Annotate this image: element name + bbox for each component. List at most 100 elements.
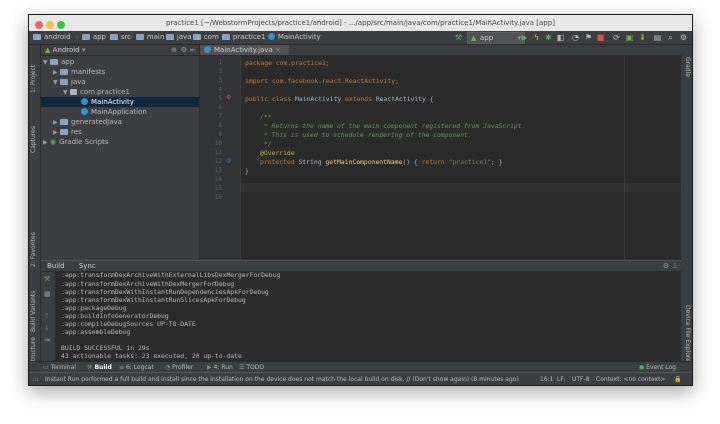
chevron-down-icon: ▾ xyxy=(81,46,86,54)
code-line-9[interactable]: * This is used to schedule rendering of … xyxy=(260,131,472,139)
sync-scroll-icon[interactable]: ⊕ xyxy=(171,45,177,55)
override-gutter-icon[interactable]: ◎ xyxy=(226,157,231,164)
code-line-3[interactable]: import com.facebook.react.ReactActivity; xyxy=(245,77,399,85)
lock-icon[interactable]: 🔒 xyxy=(674,373,681,385)
make-hammer-icon[interactable]: ⚒ xyxy=(454,33,463,42)
rerun-hammer-icon[interactable]: ⚒ xyxy=(44,275,50,283)
close-tab-icon[interactable]: × xyxy=(275,46,281,54)
expand-arrow-icon: ▼ xyxy=(43,59,48,66)
close-window-button[interactable] xyxy=(35,21,43,29)
folder-icon xyxy=(135,34,144,40)
run-icon: ▶ xyxy=(207,364,212,371)
down-arrow-icon[interactable]: ↓ xyxy=(44,324,50,332)
status-toggle-icon[interactable]: ▭ xyxy=(33,373,39,385)
code-line-13[interactable]: } xyxy=(245,167,249,175)
logcat-icon: ≡ xyxy=(119,364,125,371)
code-line-11[interactable]: @Override xyxy=(260,149,295,157)
build-output-line: :app:compileDebugSources UP-TO-DATE xyxy=(61,320,196,328)
soft-wrap-icon[interactable]: ⇥ xyxy=(44,336,50,344)
profile-icon[interactable]: ◔ xyxy=(571,33,580,42)
gear-icon[interactable]: ⚙ xyxy=(663,261,669,271)
attach-debugger-icon[interactable]: ⚑ xyxy=(584,33,593,42)
line-number: 6 xyxy=(218,104,222,111)
up-arrow-icon[interactable]: ↑ xyxy=(44,312,50,320)
line-number: 3 xyxy=(218,77,222,84)
gear-icon[interactable]: ⚙ xyxy=(181,45,187,55)
file-encoding[interactable]: UTF-8 xyxy=(572,373,590,385)
tree-item-generatedjava[interactable]: ▶ generatedJava xyxy=(53,117,197,127)
stop-icon[interactable]: ■ xyxy=(596,33,605,42)
folder-icon xyxy=(81,34,90,40)
line-number: 2 xyxy=(218,68,222,75)
tool-window-favorites[interactable]: 2: Favorites xyxy=(30,232,37,267)
tool-window-project[interactable]: 1: Project xyxy=(30,65,37,93)
code-editor: MainActivity.java × 1 2 3 4 5 6 7 8 9 10… xyxy=(200,45,681,260)
folder-icon xyxy=(192,34,201,40)
folder-icon xyxy=(60,69,68,75)
build-panel: Build Sync ⚙ ⊥ ⚒ ▦ ↑ ↓ ⇥ :app:transformD… xyxy=(41,260,681,376)
tree-item-mainapplication[interactable]: MainApplication xyxy=(81,107,197,117)
minimize-panel-icon[interactable]: ⊥ xyxy=(672,261,678,271)
line-number: 8 xyxy=(218,122,222,129)
tool-window-device-file-explorer[interactable]: Device File Explorer xyxy=(684,305,691,364)
build-tab[interactable]: Build xyxy=(41,261,71,271)
sync-gradle-icon[interactable]: ⟳ xyxy=(612,33,621,42)
line-number: 16 xyxy=(214,194,222,201)
build-summary-line: 43 actionable tasks: 23 executed, 20 up-… xyxy=(61,352,242,360)
tree-item-java[interactable]: ▼ java xyxy=(53,77,197,87)
sync-tab[interactable]: Sync xyxy=(73,261,102,271)
toggle-view-icon[interactable]: ▦ xyxy=(44,290,51,298)
editor-tab-bar: MainActivity.java × xyxy=(200,45,681,56)
line-number: 10 xyxy=(214,140,222,147)
tool-window-build-variants[interactable]: Build Variants xyxy=(30,291,37,332)
line-number: 7 xyxy=(218,113,222,120)
run-config-select[interactable]: ▲ app ▾ xyxy=(467,32,525,44)
tree-item-res[interactable]: ▶ res xyxy=(53,127,197,137)
breadcrumb-android[interactable]: android xyxy=(33,31,71,44)
layout-inspector-icon[interactable]: ▤ xyxy=(653,33,662,42)
code-line-10[interactable]: */ xyxy=(260,140,272,148)
coverage-icon[interactable]: ◧ xyxy=(556,33,565,42)
tree-item-gradle-scripts[interactable]: ▶ ◉ Gradle Scripts xyxy=(43,137,197,147)
maximize-window-button[interactable] xyxy=(57,21,65,29)
code-line-5[interactable]: public class MainActivity extends ReactA… xyxy=(245,95,434,103)
tree-item-manifests[interactable]: ▶ manifests xyxy=(53,67,197,77)
line-number: 5 xyxy=(218,95,222,102)
event-log-icon: ● xyxy=(639,364,645,371)
avd-manager-icon[interactable]: ▣ xyxy=(625,33,634,42)
breadcrumb-practice1[interactable]: › practice1 xyxy=(213,31,266,44)
editor-tab-mainactivity[interactable]: MainActivity.java × xyxy=(200,45,289,55)
code-line-1[interactable]: package com.practice1; xyxy=(245,59,330,67)
tool-window-gradle[interactable]: Gradle xyxy=(684,57,691,77)
hide-panel-icon[interactable]: ⇤ xyxy=(190,45,196,55)
minimize-window-button[interactable] xyxy=(46,21,54,29)
status-message[interactable]: Instant Run performed a full build and i… xyxy=(45,373,525,385)
build-output-line: :app:transformDexWithInstantRunDependenc… xyxy=(61,288,269,296)
debug-icon[interactable]: ✱ xyxy=(544,33,553,42)
terminal-icon: ▭ xyxy=(43,364,49,371)
code-line-8[interactable]: * Returns the name of the main component… xyxy=(260,122,526,130)
line-number: 9 xyxy=(218,131,222,138)
caret-position[interactable]: 16:1 xyxy=(540,373,553,385)
sdk-manager-icon[interactable]: ⬇ xyxy=(638,33,647,42)
tree-item-mainactivity[interactable]: MainActivity xyxy=(41,97,199,107)
folder-icon xyxy=(60,119,68,125)
tool-window-captures[interactable]: Captures xyxy=(30,126,37,153)
settings-icon[interactable]: ⚙ xyxy=(679,33,688,42)
tree-item-package[interactable]: ▼ com.practice1 xyxy=(63,87,197,97)
line-number: 13 xyxy=(214,167,222,174)
breadcrumb-mainactivity[interactable]: › MainActivity xyxy=(259,31,321,44)
build-output-line: :app:buildInfoGeneratorDebug xyxy=(61,312,169,320)
search-everywhere-icon[interactable]: ⌕ xyxy=(666,33,675,42)
project-view-selector[interactable]: ▲ Android ▾ ⊕ ⚙ ⇤ xyxy=(41,45,199,56)
run-gutter-icon[interactable]: ⚙ xyxy=(226,94,231,101)
apply-changes-icon[interactable]: ϟ xyxy=(532,33,541,42)
tree-item-app[interactable]: ▼ app xyxy=(43,57,197,67)
right-margin-guide xyxy=(624,56,625,260)
run-icon[interactable]: ▶ xyxy=(520,33,529,42)
code-line-12[interactable]: protected String getMainComponentName() … xyxy=(260,158,502,166)
line-separator[interactable]: LF: xyxy=(557,373,565,385)
context-indicator[interactable]: Context: <no context> xyxy=(596,373,665,385)
code-line-7[interactable]: /** xyxy=(260,113,272,121)
build-output-line: :app:transformDexWithInstantRunSlicesApk… xyxy=(61,296,246,304)
